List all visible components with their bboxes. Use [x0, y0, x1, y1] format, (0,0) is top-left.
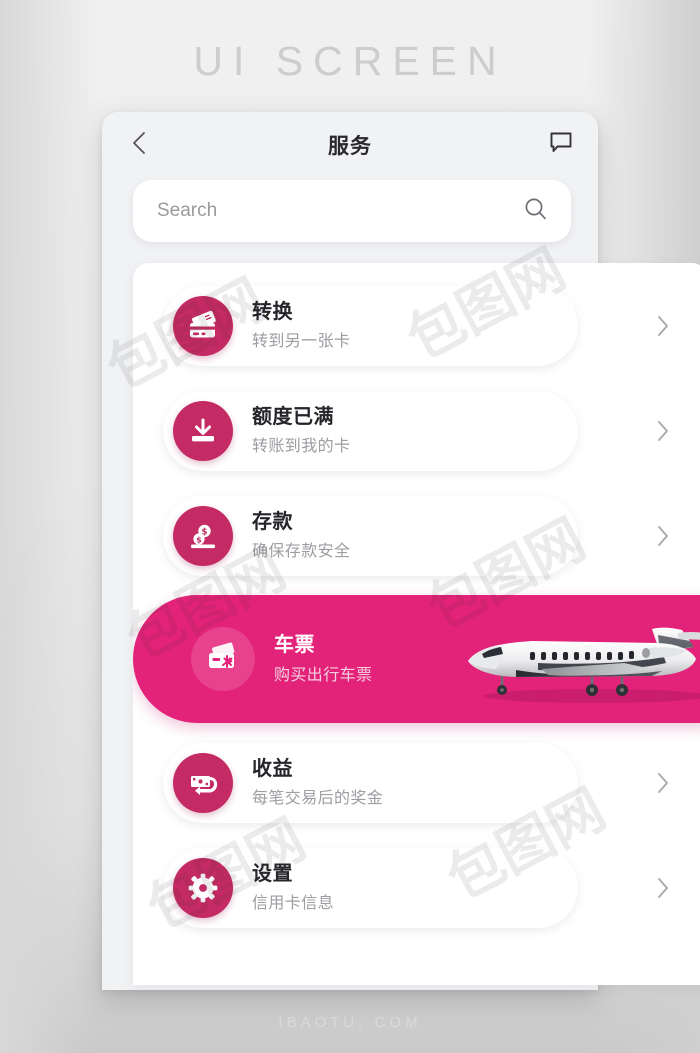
gear-icon [173, 857, 233, 918]
search-icon[interactable] [523, 196, 549, 227]
chevron-left-icon [129, 130, 149, 161]
promo-title: 车票 [274, 634, 315, 657]
chevron-right-icon[interactable] [652, 315, 674, 337]
list-item-text: 额度已满 转账到我的卡 [252, 405, 554, 456]
chevron-right-icon[interactable] [652, 877, 674, 899]
list-item-body[interactable]: 转换 转到另一张卡 [163, 285, 668, 366]
service-list: 转换 转到另一张卡 额度已满 转账到我的卡 $ $ 存款 确保存款安全 车票 购… [133, 263, 700, 985]
list-item-subtitle: 转到另一张卡 [252, 333, 351, 351]
list-item-title: 设置 [252, 862, 293, 885]
phone-screen: 服务 Search 转换 转到另一张卡 额度已满 转账到我的卡 $ $ 存款 确… [102, 112, 700, 990]
site-watermark: IBAOTU. COM [278, 1014, 422, 1031]
chevron-right-icon[interactable] [652, 420, 674, 442]
poster-caption: UI SCREEN [193, 38, 507, 84]
promo-card[interactable]: 车票 购买出行车票 [133, 595, 700, 723]
list-item-title: 额度已满 [252, 405, 334, 428]
app-header: 服务 [102, 112, 598, 178]
list-item-subtitle: 转账到我的卡 [252, 438, 351, 456]
list-item-title: 收益 [252, 757, 293, 780]
list-item[interactable]: 设置 信用卡信息 [133, 835, 700, 940]
promo-subtitle: 购买出行车票 [274, 666, 373, 684]
search-input[interactable] [157, 200, 523, 222]
chevron-right-icon[interactable] [652, 525, 674, 547]
credit-cards-icon [173, 295, 233, 356]
speech-bubble-icon [548, 130, 574, 161]
list-item-featured[interactable]: 车票 购买出行车票 [133, 588, 700, 730]
phone-mockup: 服务 Search 转换 转到另一张卡 额度已满 转账到我的卡 $ $ 存款 确… [102, 112, 700, 990]
chevron-right-icon[interactable] [652, 772, 674, 794]
list-item-subtitle: 确保存款安全 [252, 543, 351, 561]
cashback-icon [173, 752, 233, 813]
list-item[interactable]: 收益 每笔交易后的奖金 [133, 730, 700, 835]
page-title: 服务 [328, 135, 372, 158]
search-bar[interactable] [133, 180, 571, 242]
list-item[interactable]: $ $ 存款 确保存款安全 [133, 483, 700, 588]
list-item-title: 存款 [252, 510, 293, 533]
list-item-subtitle: 每笔交易后的奖金 [252, 790, 384, 808]
list-item-body[interactable]: 设置 信用卡信息 [163, 847, 668, 928]
list-item-text: 转换 转到另一张卡 [252, 300, 554, 351]
list-item[interactable]: 转换 转到另一张卡 [133, 273, 700, 378]
list-item-title: 转换 [252, 300, 293, 323]
list-item-text: 存款 确保存款安全 [252, 510, 554, 561]
list-item-body[interactable]: 收益 每笔交易后的奖金 [163, 742, 668, 823]
coins-savings-icon: $ $ [173, 505, 233, 566]
chat-button[interactable] [546, 130, 576, 160]
list-item-body[interactable]: 额度已满 转账到我的卡 [163, 390, 668, 471]
list-item-text: 收益 每笔交易后的奖金 [252, 757, 554, 808]
list-item[interactable]: 额度已满 转账到我的卡 [133, 378, 700, 483]
deposit-inbox-icon [173, 400, 233, 461]
promo-text: 车票 购买出行车票 [274, 633, 700, 684]
list-item-text: 设置 信用卡信息 [252, 862, 554, 913]
ticket-plane-icon [191, 627, 255, 691]
list-item-subtitle: 信用卡信息 [252, 895, 335, 913]
back-button[interactable] [124, 130, 154, 160]
list-item-body[interactable]: $ $ 存款 确保存款安全 [163, 495, 668, 576]
svg-text:$: $ [196, 535, 201, 544]
